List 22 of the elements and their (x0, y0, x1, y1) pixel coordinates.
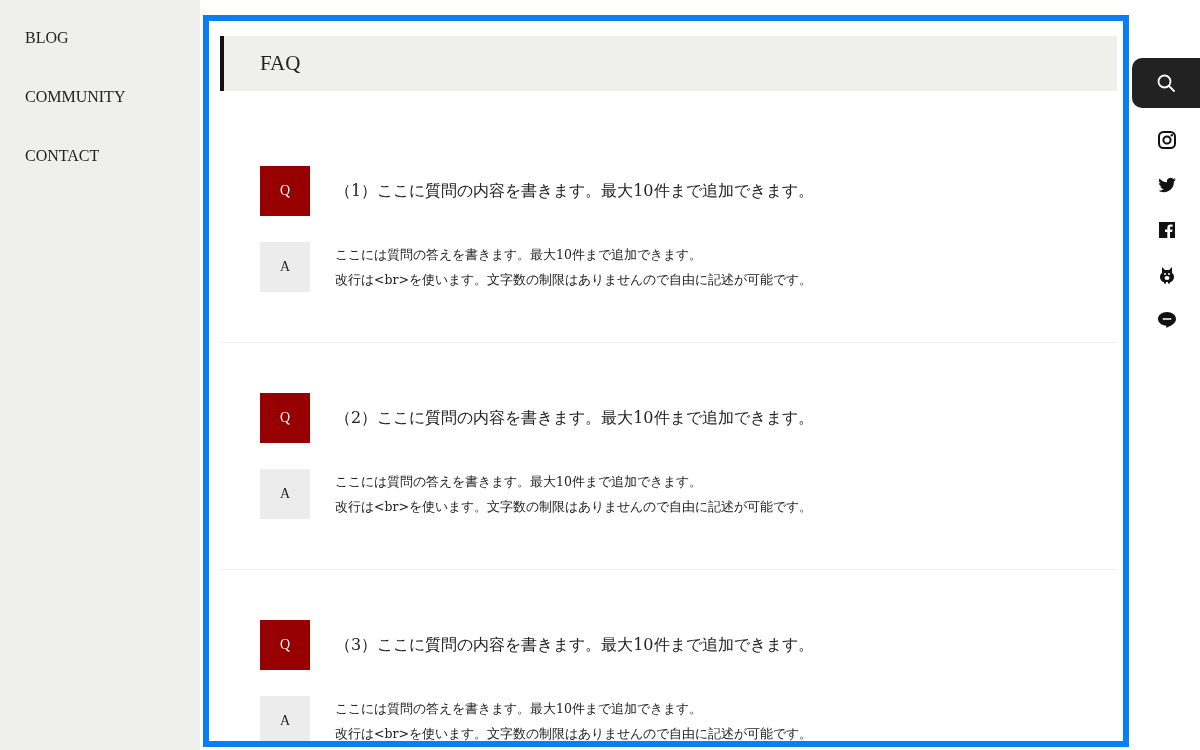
answer-marker: A (260, 696, 310, 741)
question-text: （2）ここに質問の内容を書きます。最大10件まで追加できます。 (335, 407, 814, 429)
answer-marker: A (260, 242, 310, 292)
instagram-icon[interactable] (1156, 130, 1177, 150)
question-text: （3）ここに質問の内容を書きます。最大10件まで追加できます。 (335, 634, 814, 656)
bird-icon[interactable] (1156, 175, 1177, 195)
search-button[interactable] (1132, 58, 1200, 108)
nav-link[interactable]: COMMUNITY (25, 86, 126, 107)
nav-link[interactable]: CONTACT (25, 145, 100, 166)
question-text: （1）ここに質問の内容を書きます。最大10件まで追加できます。 (335, 180, 814, 202)
answer-text: ここには質問の答えを書きます。最大10件まで追加できます。 改行は<br>を使います。文字数の制限はありませんので自由に記述が可能です。 (335, 246, 812, 289)
answer-text: ここには質問の答えを書きます。最大10件まで追加できます。 改行は<br>を使います。文字数の制限はありませんので自由に記述が可能です。 (335, 473, 812, 516)
facebook-icon[interactable] (1156, 220, 1177, 240)
section-title: FAQ (260, 51, 301, 76)
search-icon (1156, 73, 1176, 93)
question-marker: Q (260, 166, 310, 216)
chat-bubble-icon[interactable] (1156, 310, 1177, 330)
answer-marker: A (260, 469, 310, 519)
answer-text: ここには質問の答えを書きます。最大10件まで追加できます。 改行は<br>を使います。文字数の制限はありませんので自由に記述が可能です。 (335, 700, 812, 741)
question-marker: Q (260, 620, 310, 670)
question-marker: Q (260, 393, 310, 443)
nav-link[interactable]: BLOG (25, 27, 69, 48)
